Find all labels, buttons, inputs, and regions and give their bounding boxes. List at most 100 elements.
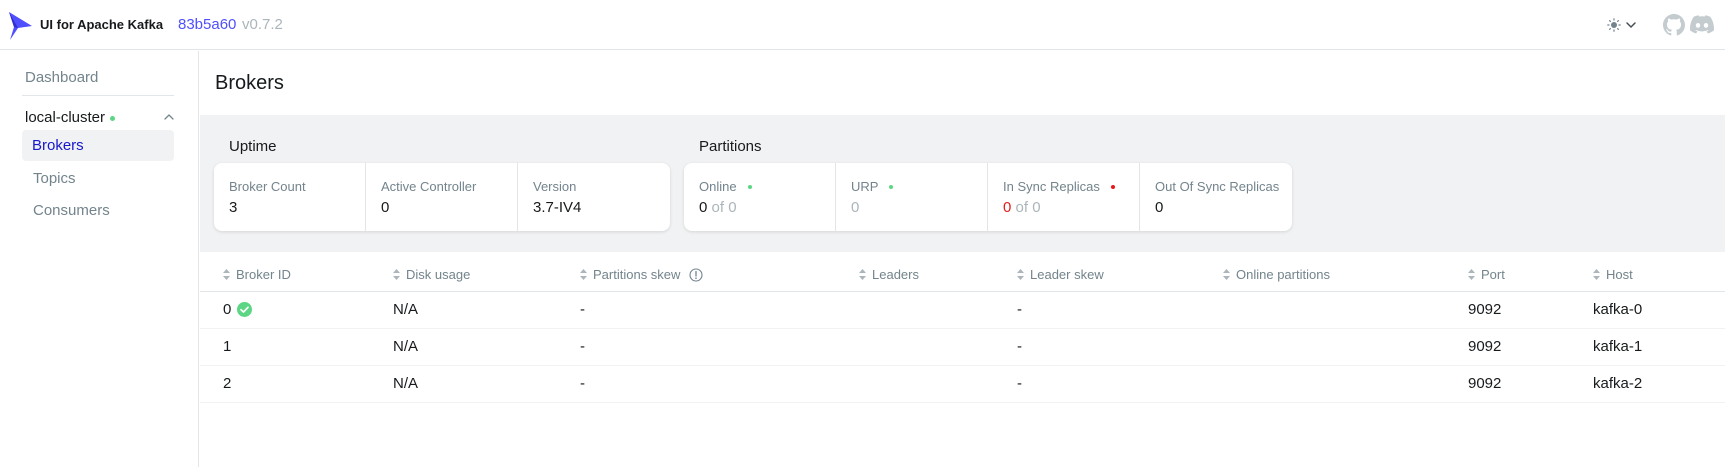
sun-icon xyxy=(1607,18,1621,32)
sort-icon xyxy=(1593,269,1600,280)
sidebar-item-topics[interactable]: Topics xyxy=(33,170,76,187)
metric-value-row: 0 of 0 xyxy=(1003,199,1139,216)
column-header-host[interactable]: Host xyxy=(1593,267,1633,282)
chevron-down-icon xyxy=(1626,22,1636,29)
metric-label: Active Controller xyxy=(381,179,477,194)
column-header-leaders[interactable]: Leaders xyxy=(859,267,919,282)
cell-broker-id[interactable]: 2 xyxy=(223,375,231,392)
sort-icon xyxy=(859,269,866,280)
metric-label: In Sync Replicas xyxy=(1003,179,1100,194)
column-header-broker-id[interactable]: Broker ID xyxy=(223,267,291,282)
sidebar-item-dashboard[interactable]: Dashboard xyxy=(25,69,98,86)
status-dot xyxy=(1110,184,1115,189)
cell-disk-usage: N/A xyxy=(393,375,419,392)
status-dot xyxy=(889,184,894,189)
github-icon[interactable] xyxy=(1663,14,1685,36)
column-header-online-partitions[interactable]: Online partitions xyxy=(1223,267,1330,282)
metric-value: 0 xyxy=(851,199,860,216)
metric-card-urp: URP 0 xyxy=(836,163,988,231)
controller-check-icon xyxy=(237,302,253,317)
cell-port: 9092 xyxy=(1468,338,1502,355)
table-row[interactable]: 2 N/A - - 9092 kafka-2 xyxy=(200,366,1725,403)
metric-value: 0 xyxy=(381,199,390,216)
column-header-label: Port xyxy=(1481,267,1505,282)
table-row[interactable]: 0 N/A - - 9092 kafka-0 xyxy=(200,292,1725,329)
sidebar-item-consumers[interactable]: Consumers xyxy=(33,202,110,219)
cell-partitions-skew: - xyxy=(580,301,585,318)
sidebar-divider xyxy=(22,95,174,96)
cell-leader-skew: - xyxy=(1017,375,1022,392)
cell-partitions-skew: - xyxy=(580,375,585,392)
cell-disk-usage: N/A xyxy=(393,338,419,355)
column-header-label: Leader skew xyxy=(1030,267,1104,282)
partitions-title: Partitions xyxy=(699,138,762,155)
version-label: v0.7.2 xyxy=(242,16,283,33)
cell-leader-skew: - xyxy=(1017,338,1022,355)
metric-value: 3.7-IV4 xyxy=(533,199,582,216)
metric-value-total: of 0 xyxy=(1015,199,1041,216)
cell-host: kafka-2 xyxy=(1593,375,1643,392)
metric-label-row: In Sync Replicas xyxy=(1003,179,1139,194)
page-title: Brokers xyxy=(215,72,284,94)
top-navbar: UI for Apache Kafka 83b5a60 v0.7.2 xyxy=(0,0,1725,50)
metric-value-row: 0 of 0 xyxy=(699,199,835,216)
table-row[interactable]: 1 N/A - - 9092 kafka-1 xyxy=(200,329,1725,366)
cell-broker-id[interactable]: 0 xyxy=(223,301,253,318)
metric-card-broker-count: Broker Count 3 xyxy=(214,163,366,231)
metric-card-online: Online 0 of 0 xyxy=(684,163,836,231)
metric-label-row: URP xyxy=(851,179,987,194)
discord-icon[interactable] xyxy=(1690,15,1714,35)
column-header-label: Host xyxy=(1606,267,1633,282)
app-name[interactable]: UI for Apache Kafka xyxy=(40,17,163,32)
theme-toggle[interactable] xyxy=(1607,14,1637,36)
sort-icon xyxy=(1468,269,1475,280)
column-header-label: Online partitions xyxy=(1236,267,1330,282)
cluster-status-dot xyxy=(110,115,116,121)
commit-link[interactable]: 83b5a60 xyxy=(178,16,236,33)
cell-host: kafka-1 xyxy=(1593,338,1643,355)
sidebar-item-brokers[interactable]: Brokers xyxy=(22,130,174,161)
sort-icon xyxy=(580,269,587,280)
metric-label: URP xyxy=(851,179,879,194)
cluster-toggle[interactable]: local-cluster xyxy=(25,105,175,129)
metric-value: 0 xyxy=(1003,199,1012,216)
info-icon[interactable] xyxy=(689,267,703,282)
metric-value: 0 xyxy=(1155,199,1164,216)
column-header-label: Leaders xyxy=(872,267,919,282)
column-header-partitions-skew[interactable]: Partitions skew xyxy=(580,267,703,282)
sidebar: Dashboard local-cluster Brokers Topics C… xyxy=(0,51,199,467)
cell-leader-skew: - xyxy=(1017,301,1022,318)
cluster-name: local-cluster xyxy=(25,108,106,126)
cell-disk-usage: N/A xyxy=(393,301,419,318)
metric-card-out-of-sync-replicas: Out Of Sync Replicas 0 xyxy=(1140,163,1292,231)
chevron-up-icon xyxy=(164,114,174,120)
uptime-title: Uptime xyxy=(229,138,277,155)
sort-icon xyxy=(1223,269,1230,280)
sort-icon xyxy=(393,269,400,280)
cell-port: 9092 xyxy=(1468,301,1502,318)
column-header-leader-skew[interactable]: Leader skew xyxy=(1017,267,1104,282)
cell-partitions-skew: - xyxy=(580,338,585,355)
kafka-logo-icon[interactable] xyxy=(7,11,33,41)
sort-icon xyxy=(1017,269,1024,280)
cell-host: kafka-0 xyxy=(1593,301,1643,318)
cell-port: 9092 xyxy=(1468,375,1502,392)
metric-label: Broker Count xyxy=(229,179,306,194)
uptime-cards: Broker Count 3 Active Controller 0 Versi… xyxy=(214,163,670,231)
column-header-label: Broker ID xyxy=(236,267,291,282)
metric-value: 3 xyxy=(229,199,238,216)
metric-value: 0 xyxy=(699,199,708,216)
metric-label: Version xyxy=(533,179,577,194)
column-header-label: Disk usage xyxy=(406,267,471,282)
metric-card-active-controller: Active Controller 0 xyxy=(366,163,518,231)
metric-label-row: Online xyxy=(699,179,835,194)
column-header-disk-usage[interactable]: Disk usage xyxy=(393,267,470,282)
partitions-cards: Online 0 of 0 URP 0 In Sync Replicas 0 o… xyxy=(684,163,1292,231)
status-dot xyxy=(747,184,752,189)
brokers-table-header: Broker ID Disk usage Partitions skew Lea… xyxy=(200,253,1725,292)
cell-broker-id[interactable]: 1 xyxy=(223,338,231,355)
column-header-port[interactable]: Port xyxy=(1468,267,1505,282)
broker-id[interactable]: 0 xyxy=(223,301,231,318)
metric-label: Out Of Sync Replicas xyxy=(1155,179,1280,194)
column-header-label: Partitions skew xyxy=(593,267,681,282)
